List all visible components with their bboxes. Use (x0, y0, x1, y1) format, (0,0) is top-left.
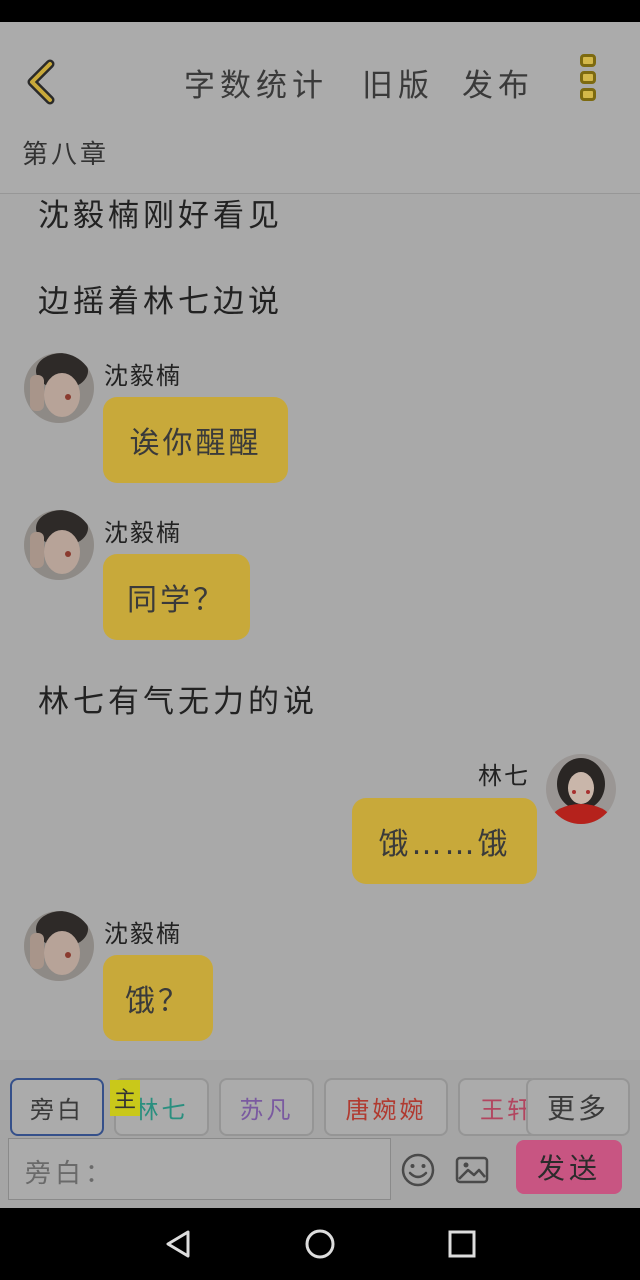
word-count-button[interactable]: 字数统计 (184, 60, 328, 105)
more-options-button[interactable] (576, 54, 600, 106)
avatar[interactable] (546, 754, 616, 824)
avatar[interactable] (24, 353, 94, 423)
girl-avatar-icon (546, 754, 616, 824)
message-bubble[interactable]: 饿……饿 (352, 798, 537, 884)
message-input[interactable]: 旁白： (8, 1138, 391, 1200)
narration-line: 林七有气无力的说 (38, 684, 318, 720)
nav-home-button[interactable] (300, 1224, 340, 1264)
more-vertical-icon (576, 54, 600, 101)
chapter-title: 第八章 (22, 140, 110, 170)
message-bubble[interactable]: 诶你醒醒 (103, 397, 288, 483)
sender-name: 沈毅楠 (104, 920, 182, 948)
boy-avatar-icon (24, 510, 94, 580)
status-bar (0, 0, 640, 22)
send-button[interactable]: 发送 (516, 1140, 622, 1194)
smiley-icon (401, 1153, 435, 1187)
chevron-left-icon (27, 59, 55, 105)
system-nav-bar (0, 1208, 640, 1280)
nav-back-button[interactable] (158, 1224, 198, 1264)
narration-line: 沈毅楠刚好看见 (38, 198, 283, 234)
back-button[interactable] (22, 58, 66, 106)
publish-button[interactable]: 发布 (462, 60, 534, 105)
message-bubble[interactable]: 饿？ (103, 955, 213, 1041)
image-icon (455, 1156, 489, 1184)
triangle-back-icon (166, 1230, 190, 1258)
sender-name: 沈毅楠 (104, 362, 182, 390)
character-chip-narrator[interactable]: 旁白 (10, 1078, 104, 1136)
more-characters-button[interactable]: 更多 (526, 1078, 630, 1136)
character-chip-sufan[interactable]: 苏凡 (219, 1078, 314, 1136)
square-recent-icon (448, 1230, 476, 1258)
emoji-button[interactable] (400, 1152, 436, 1188)
image-button[interactable] (454, 1152, 490, 1188)
avatar[interactable] (24, 510, 94, 580)
message-bubble[interactable]: 同学？ (103, 554, 250, 640)
boy-avatar-icon (24, 353, 94, 423)
circle-home-icon (305, 1229, 335, 1259)
sender-name: 沈毅楠 (104, 519, 182, 547)
boy-avatar-icon (24, 911, 94, 981)
old-version-button[interactable]: 旧版 (362, 60, 434, 105)
nav-recent-button[interactable] (442, 1224, 482, 1264)
sender-name: 林七 (478, 762, 530, 790)
narration-line: 边摇着林七边说 (38, 284, 283, 320)
top-bar: 字数统计 旧版 发布 第八章 (0, 22, 640, 194)
main-character-badge: 主 (110, 1080, 140, 1116)
avatar[interactable] (24, 911, 94, 981)
character-chip-tangwanwan[interactable]: 唐婉婉 (324, 1078, 448, 1136)
composer-panel: 旁白 林七 主 苏凡 唐婉婉 王轩 更多 旁白： 发送 (0, 1060, 640, 1208)
